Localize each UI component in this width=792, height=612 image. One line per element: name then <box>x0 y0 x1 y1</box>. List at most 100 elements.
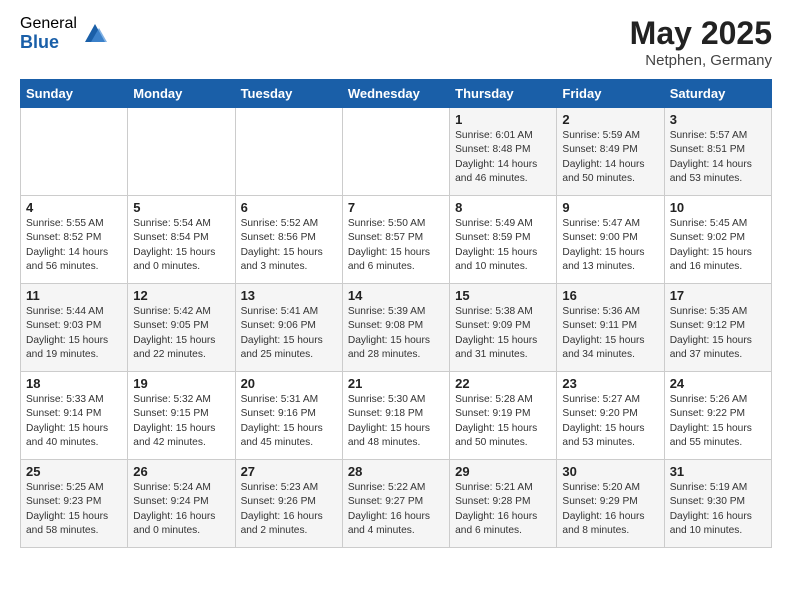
weekday-header-monday: Monday <box>128 80 235 108</box>
day-number: 12 <box>133 288 229 303</box>
day-info: Sunrise: 5:24 AM Sunset: 9:24 PM Dayligh… <box>133 481 229 538</box>
day-info: Sunrise: 5:54 AM Sunset: 8:54 PM Dayligh… <box>133 217 229 274</box>
day-info: Sunrise: 5:26 AM Sunset: 9:22 PM Dayligh… <box>670 393 766 450</box>
calendar-table: SundayMondayTuesdayWednesdayThursdayFrid… <box>20 79 772 548</box>
page-header: General Blue May 2025 Netphen, Germany <box>20 15 772 69</box>
day-number: 25 <box>26 464 122 479</box>
day-number: 9 <box>562 200 658 215</box>
day-number: 16 <box>562 288 658 303</box>
day-number: 21 <box>348 376 444 391</box>
weekday-header-tuesday: Tuesday <box>235 80 342 108</box>
day-info: Sunrise: 5:35 AM Sunset: 9:12 PM Dayligh… <box>670 305 766 362</box>
calendar-cell-11: 11 Sunrise: 5:44 AM Sunset: 9:03 PM Dayli… <box>21 284 128 372</box>
day-info: Sunrise: 5:23 AM Sunset: 9:26 PM Dayligh… <box>241 481 337 538</box>
logo-general: General <box>20 15 77 33</box>
month-title: May 2025 <box>630 15 772 52</box>
calendar-cell-5: 5Sunrise: 5:54 AM Sunset: 8:54 PM Daylig… <box>128 196 235 284</box>
day-info: Sunrise: 5:41 AM Sunset: 9:06 PM Dayligh… <box>241 305 337 362</box>
logo-text: General Blue <box>20 15 77 52</box>
calendar-cell-18: 18 Sunrise: 5:33 AM Sunset: 9:14 PM Dayli… <box>21 372 128 460</box>
week-row-2: 4 Sunrise: 5:55 AM Sunset: 8:52 PM Daylig… <box>21 196 772 284</box>
day-number: 6 <box>241 200 337 215</box>
day-info: Sunrise: 5:45 AM Sunset: 9:02 PM Dayligh… <box>670 217 766 274</box>
day-number: 27 <box>241 464 337 479</box>
calendar-cell-24: 24Sunrise: 5:26 AM Sunset: 9:22 PM Dayli… <box>664 372 771 460</box>
day-info: Sunrise: 5:20 AM Sunset: 9:29 PM Dayligh… <box>562 481 658 538</box>
day-number: 2 <box>562 112 658 127</box>
calendar-cell-16: 16 Sunrise: 5:36 AM Sunset: 9:11 PM Dayli… <box>557 284 664 372</box>
weekday-header-thursday: Thursday <box>450 80 557 108</box>
day-number: 15 <box>455 288 551 303</box>
weekday-header-wednesday: Wednesday <box>342 80 449 108</box>
calendar-cell-30: 30Sunrise: 5:20 AM Sunset: 9:29 PM Dayli… <box>557 460 664 548</box>
day-number: 3 <box>670 112 766 127</box>
calendar-cell-empty-3 <box>342 108 449 196</box>
day-info: Sunrise: 5:49 AM Sunset: 8:59 PM Dayligh… <box>455 217 551 274</box>
logo-blue: Blue <box>20 33 77 53</box>
day-number: 23 <box>562 376 658 391</box>
week-row-3: 11 Sunrise: 5:44 AM Sunset: 9:03 PM Dayli… <box>21 284 772 372</box>
day-info: Sunrise: 5:19 AM Sunset: 9:30 PM Dayligh… <box>670 481 766 538</box>
calendar-cell-27: 27 Sunrise: 5:23 AM Sunset: 9:26 PM Dayli… <box>235 460 342 548</box>
day-number: 18 <box>26 376 122 391</box>
title-area: May 2025 Netphen, Germany <box>630 15 772 69</box>
weekday-header-sunday: Sunday <box>21 80 128 108</box>
day-info: Sunrise: 5:38 AM Sunset: 9:09 PM Dayligh… <box>455 305 551 362</box>
day-number: 11 <box>26 288 122 303</box>
day-info: Sunrise: 5:25 AM Sunset: 9:23 PM Dayligh… <box>26 481 122 538</box>
day-number: 19 <box>133 376 229 391</box>
calendar-cell-4: 4 Sunrise: 5:55 AM Sunset: 8:52 PM Daylig… <box>21 196 128 284</box>
day-info: Sunrise: 5:39 AM Sunset: 9:08 PM Dayligh… <box>348 305 444 362</box>
day-info: Sunrise: 5:32 AM Sunset: 9:15 PM Dayligh… <box>133 393 229 450</box>
calendar-cell-3: 3 Sunrise: 5:57 AM Sunset: 8:51 PM Daylig… <box>664 108 771 196</box>
day-number: 7 <box>348 200 444 215</box>
day-number: 1 <box>455 112 551 127</box>
calendar-cell-19: 19 Sunrise: 5:32 AM Sunset: 9:15 PM Dayli… <box>128 372 235 460</box>
day-info: Sunrise: 5:27 AM Sunset: 9:20 PM Dayligh… <box>562 393 658 450</box>
day-info: Sunrise: 5:31 AM Sunset: 9:16 PM Dayligh… <box>241 393 337 450</box>
day-info: Sunrise: 5:50 AM Sunset: 8:57 PM Dayligh… <box>348 217 444 274</box>
calendar-cell-31: 31 Sunrise: 5:19 AM Sunset: 9:30 PM Dayli… <box>664 460 771 548</box>
day-number: 28 <box>348 464 444 479</box>
calendar-cell-9: 9Sunrise: 5:47 AM Sunset: 9:00 PM Daylig… <box>557 196 664 284</box>
day-info: Sunrise: 5:44 AM Sunset: 9:03 PM Dayligh… <box>26 305 122 362</box>
calendar-cell-15: 15 Sunrise: 5:38 AM Sunset: 9:09 PM Dayli… <box>450 284 557 372</box>
weekday-header-friday: Friday <box>557 80 664 108</box>
day-number: 8 <box>455 200 551 215</box>
logo-icon <box>81 20 109 48</box>
calendar-cell-28: 28 Sunrise: 5:22 AM Sunset: 9:27 PM Dayli… <box>342 460 449 548</box>
day-number: 22 <box>455 376 551 391</box>
day-info: Sunrise: 5:52 AM Sunset: 8:56 PM Dayligh… <box>241 217 337 274</box>
day-info: Sunrise: 5:36 AM Sunset: 9:11 PM Dayligh… <box>562 305 658 362</box>
calendar-cell-1: 1 Sunrise: 6:01 AM Sunset: 8:48 PM Daylig… <box>450 108 557 196</box>
calendar-cell-empty-1 <box>128 108 235 196</box>
week-row-4: 18 Sunrise: 5:33 AM Sunset: 9:14 PM Dayli… <box>21 372 772 460</box>
day-number: 17 <box>670 288 766 303</box>
day-number: 31 <box>670 464 766 479</box>
day-number: 13 <box>241 288 337 303</box>
day-info: Sunrise: 5:57 AM Sunset: 8:51 PM Dayligh… <box>670 129 766 186</box>
day-number: 4 <box>26 200 122 215</box>
calendar-cell-7: 7 Sunrise: 5:50 AM Sunset: 8:57 PM Daylig… <box>342 196 449 284</box>
day-info: Sunrise: 5:33 AM Sunset: 9:14 PM Dayligh… <box>26 393 122 450</box>
day-info: Sunrise: 5:30 AM Sunset: 9:18 PM Dayligh… <box>348 393 444 450</box>
day-info: Sunrise: 5:42 AM Sunset: 9:05 PM Dayligh… <box>133 305 229 362</box>
day-number: 20 <box>241 376 337 391</box>
day-number: 14 <box>348 288 444 303</box>
calendar-cell-empty-0 <box>21 108 128 196</box>
weekday-header-saturday: Saturday <box>664 80 771 108</box>
day-info: Sunrise: 5:55 AM Sunset: 8:52 PM Dayligh… <box>26 217 122 274</box>
weekday-header-row: SundayMondayTuesdayWednesdayThursdayFrid… <box>21 80 772 108</box>
week-row-1: 1 Sunrise: 6:01 AM Sunset: 8:48 PM Daylig… <box>21 108 772 196</box>
day-info: Sunrise: 5:22 AM Sunset: 9:27 PM Dayligh… <box>348 481 444 538</box>
week-row-5: 25 Sunrise: 5:25 AM Sunset: 9:23 PM Dayli… <box>21 460 772 548</box>
calendar-cell-12: 12 Sunrise: 5:42 AM Sunset: 9:05 PM Dayli… <box>128 284 235 372</box>
calendar-cell-empty-2 <box>235 108 342 196</box>
day-info: Sunrise: 6:01 AM Sunset: 8:48 PM Dayligh… <box>455 129 551 186</box>
day-number: 29 <box>455 464 551 479</box>
calendar-cell-14: 14 Sunrise: 5:39 AM Sunset: 9:08 PM Dayli… <box>342 284 449 372</box>
calendar-cell-25: 25 Sunrise: 5:25 AM Sunset: 9:23 PM Dayli… <box>21 460 128 548</box>
day-info: Sunrise: 5:59 AM Sunset: 8:49 PM Dayligh… <box>562 129 658 186</box>
calendar-cell-10: 10Sunrise: 5:45 AM Sunset: 9:02 PM Dayli… <box>664 196 771 284</box>
calendar-cell-6: 6 Sunrise: 5:52 AM Sunset: 8:56 PM Daylig… <box>235 196 342 284</box>
